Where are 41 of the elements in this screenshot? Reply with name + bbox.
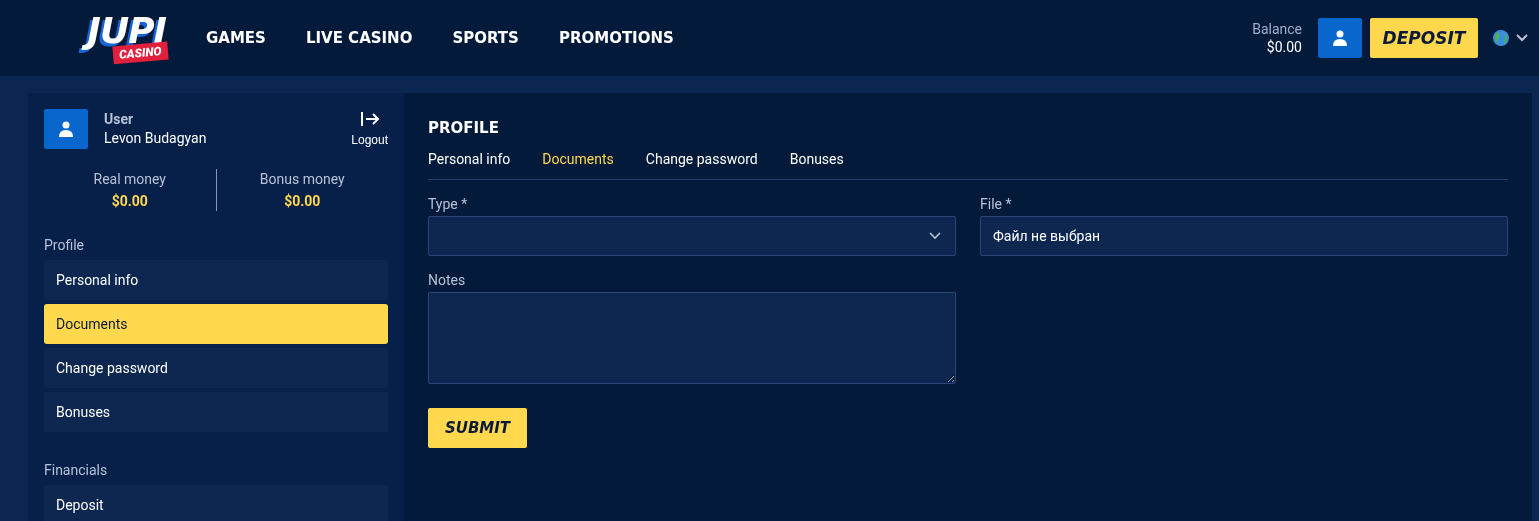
nav-link[interactable]: PROMOTIONS [558,29,674,47]
wallet-amount: $0.00 [284,193,321,209]
chevron-down-icon [1516,34,1528,42]
nav-link[interactable]: LIVE CASINO [305,29,413,47]
submit-button[interactable]: SUBMIT [428,408,527,448]
logout-icon [359,111,380,127]
logo[interactable]: JUPI CASINO [28,14,168,62]
logout-button[interactable]: Logout [351,109,388,147]
section-title: Financials [44,462,109,478]
tab[interactable]: Documents [542,151,614,167]
user-icon [1331,29,1349,47]
notes-field[interactable] [428,292,956,384]
nav-link[interactable]: GAMES [206,29,266,47]
language-selector[interactable] [1492,29,1528,47]
field-label: Type * [428,196,468,212]
sidebar-item[interactable]: Bonuses [44,392,388,432]
tab[interactable]: Bonuses [789,151,844,167]
sidebar-item[interactable]: Documents [44,304,388,344]
deposit-button[interactable]: DEPOSIT [1370,18,1478,58]
field-label: Notes [428,272,466,288]
field-label: File * [980,196,1012,212]
wallet-label: Bonus money [259,171,345,187]
nav-link[interactable]: SPORTS [452,29,519,47]
chevron-down-icon [929,232,941,240]
user-name: Levon Budagyan [104,129,208,147]
user-role: User [104,110,135,129]
file-field[interactable]: Файл не выбран [980,216,1508,256]
tab[interactable]: Personal info [428,151,511,167]
balance-label: Balance [1252,20,1302,38]
wallet-amount: $0.00 [111,193,148,209]
section-title: Profile [44,237,85,253]
tab[interactable]: Change password [645,151,758,167]
user-button[interactable] [1318,18,1362,58]
page-title: PROFILE [428,119,500,137]
balance-amount: $0.00 [1266,38,1302,56]
sidebar-item[interactable]: Deposit [44,485,388,521]
sidebar-item[interactable]: Change password [44,348,388,388]
sidebar-item[interactable]: Personal info [44,260,388,300]
globe-icon [1492,29,1510,47]
user-icon [57,120,75,138]
wallet-label: Real money [93,171,166,187]
